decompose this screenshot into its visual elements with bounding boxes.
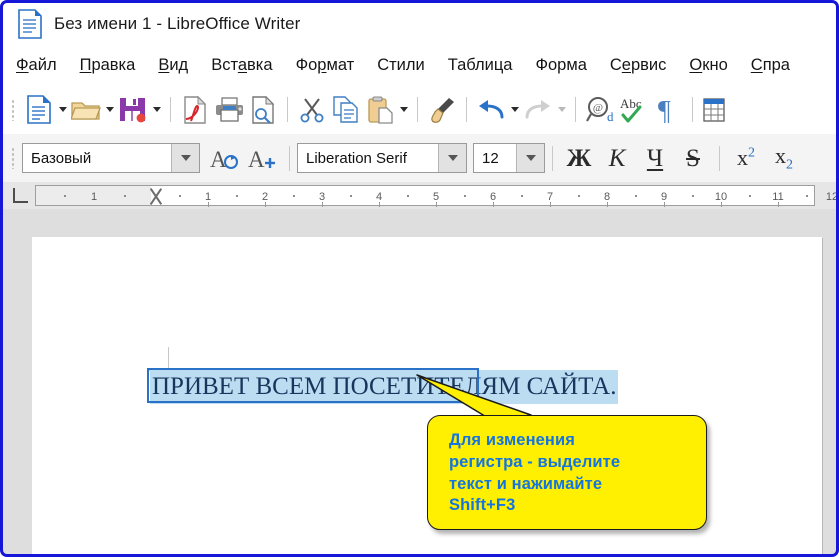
selected-text[interactable]: ПРИВЕТ ВСЕМ ПОСЕТИТЕЛЯМ САЙТА. bbox=[150, 370, 618, 404]
horizontal-ruler[interactable]: 1 1 2 3 4 5 6 7 8 9 10 11 12 bbox=[3, 182, 836, 209]
strikethrough-button[interactable]: S bbox=[674, 141, 712, 175]
writer-document-icon bbox=[17, 9, 43, 39]
font-size-dropdown-icon[interactable] bbox=[516, 144, 544, 172]
menu-bar: Файл Правка Вид Вставка Формат Стили Таб… bbox=[3, 47, 836, 83]
redo-icon bbox=[521, 93, 555, 127]
italic-label: К bbox=[609, 146, 626, 171]
indent-marker[interactable] bbox=[148, 187, 164, 206]
subscript-label: x2 bbox=[775, 143, 793, 173]
copy-icon[interactable] bbox=[329, 93, 363, 127]
add-style-icon[interactable]: A bbox=[244, 141, 282, 175]
cut-icon[interactable] bbox=[295, 93, 329, 127]
menu-item-file[interactable]: Файл bbox=[15, 54, 58, 77]
callout-line: регистра - выделите bbox=[449, 452, 706, 474]
formatting-marks-icon[interactable]: ¶ bbox=[651, 93, 685, 127]
open-document-dropdown-icon[interactable] bbox=[103, 93, 116, 127]
clear-formatting-icon[interactable]: A bbox=[206, 141, 244, 175]
paragraph-style-value: Базовый bbox=[23, 150, 171, 167]
spelling-icon[interactable]: Abc bbox=[617, 93, 651, 127]
bold-button[interactable]: Ж bbox=[560, 141, 598, 175]
text-boundary-corner bbox=[147, 347, 169, 371]
new-document-icon[interactable] bbox=[22, 93, 56, 127]
paragraph-style-combobox[interactable]: Базовый bbox=[22, 143, 200, 173]
menu-item-table[interactable]: Таблица bbox=[447, 54, 514, 77]
toolbar-separator bbox=[466, 97, 467, 122]
menu-item-insert[interactable]: Вставка bbox=[210, 54, 273, 77]
formatting-toolbar-grip[interactable] bbox=[11, 147, 15, 169]
subscript-button[interactable]: x2 bbox=[765, 141, 803, 175]
toolbar-separator bbox=[287, 97, 288, 122]
callout-bubble: Для изменения регистра - выделите текст … bbox=[427, 415, 707, 530]
callout-line: текст и нажимайте bbox=[449, 474, 706, 496]
ruler-tick: 1 bbox=[91, 191, 97, 203]
new-document-dropdown-icon[interactable] bbox=[56, 93, 69, 127]
paste-dropdown-icon[interactable] bbox=[397, 93, 410, 127]
window-title: Без имени 1 - LibreOffice Writer bbox=[54, 14, 300, 34]
undo-dropdown-icon[interactable] bbox=[508, 93, 521, 127]
standard-toolbar: @ d Abc ¶ bbox=[3, 85, 836, 134]
insert-table-icon[interactable] bbox=[700, 93, 728, 127]
print-icon[interactable] bbox=[212, 93, 246, 127]
svg-text:A: A bbox=[248, 147, 265, 172]
superscript-label: x2 bbox=[737, 145, 755, 171]
print-preview-icon[interactable] bbox=[246, 93, 280, 127]
underline-label: Ч bbox=[647, 146, 663, 171]
font-size-combobox[interactable]: 12 bbox=[473, 143, 545, 173]
save-document-icon[interactable] bbox=[116, 93, 150, 127]
strikethrough-label: S bbox=[686, 146, 700, 171]
font-name-value: Liberation Serif bbox=[298, 150, 438, 167]
title-bar: Без имени 1 - LibreOffice Writer bbox=[3, 3, 836, 45]
toolbar-separator bbox=[575, 97, 576, 122]
menu-item-view[interactable]: Вид bbox=[157, 54, 189, 77]
svg-text:d: d bbox=[607, 109, 614, 123]
find-and-replace-icon[interactable]: @ d bbox=[583, 93, 617, 127]
svg-text:A: A bbox=[210, 147, 227, 172]
toolbar-separator bbox=[552, 146, 553, 171]
formatting-toolbar: Базовый A A Liberation Serif bbox=[3, 134, 836, 182]
menu-item-help[interactable]: Спра bbox=[750, 54, 791, 77]
callout-line: Для изменения bbox=[449, 430, 706, 452]
redo-dropdown-icon bbox=[555, 93, 568, 127]
menu-item-format[interactable]: Формат bbox=[295, 54, 356, 77]
clone-formatting-icon[interactable] bbox=[425, 93, 459, 127]
menu-item-tools[interactable]: Сервис bbox=[609, 54, 668, 77]
document-paragraph[interactable]: ПРИВЕТ ВСЕМ ПОСЕТИТЕЛЯМ САЙТА. bbox=[150, 370, 618, 404]
superscript-button[interactable]: x2 bbox=[727, 141, 765, 175]
menu-item-form[interactable]: Форма bbox=[534, 54, 587, 77]
tab-stop-selector-icon[interactable] bbox=[13, 188, 28, 203]
toolbar-grip[interactable] bbox=[11, 99, 15, 121]
save-document-dropdown-icon[interactable] bbox=[150, 93, 163, 127]
paste-icon[interactable] bbox=[363, 93, 397, 127]
svg-text:@: @ bbox=[592, 102, 602, 114]
export-pdf-icon[interactable] bbox=[178, 93, 212, 127]
menu-item-styles[interactable]: Стили bbox=[376, 54, 426, 77]
toolbar-separator bbox=[289, 146, 290, 171]
underline-button[interactable]: Ч bbox=[636, 141, 674, 175]
ruler-strip[interactable]: 1 1 2 3 4 5 6 7 8 9 10 11 12 bbox=[35, 185, 815, 206]
font-name-dropdown-icon[interactable] bbox=[438, 144, 466, 172]
ruler-tick: 12 bbox=[826, 191, 836, 203]
toolbar-separator bbox=[692, 97, 693, 122]
callout-text: Для изменения регистра - выделите текст … bbox=[428, 416, 706, 517]
bold-label: Ж bbox=[567, 146, 592, 171]
font-size-value: 12 bbox=[474, 150, 516, 167]
toolbar-separator bbox=[719, 146, 720, 171]
libreoffice-writer-window: Без имени 1 - LibreOffice Writer Файл Пр… bbox=[0, 0, 839, 557]
font-name-combobox[interactable]: Liberation Serif bbox=[297, 143, 467, 173]
italic-button[interactable]: К bbox=[598, 141, 636, 175]
open-document-icon[interactable] bbox=[69, 93, 103, 127]
paragraph-style-dropdown-icon[interactable] bbox=[171, 144, 199, 172]
undo-icon[interactable] bbox=[474, 93, 508, 127]
svg-text:¶: ¶ bbox=[658, 96, 671, 123]
toolbar-separator bbox=[170, 97, 171, 122]
toolbar-separator bbox=[417, 97, 418, 122]
menu-item-edit[interactable]: Правка bbox=[79, 54, 137, 77]
callout-line: Shift+F3 bbox=[449, 495, 706, 517]
menu-item-window[interactable]: Окно bbox=[688, 54, 728, 77]
